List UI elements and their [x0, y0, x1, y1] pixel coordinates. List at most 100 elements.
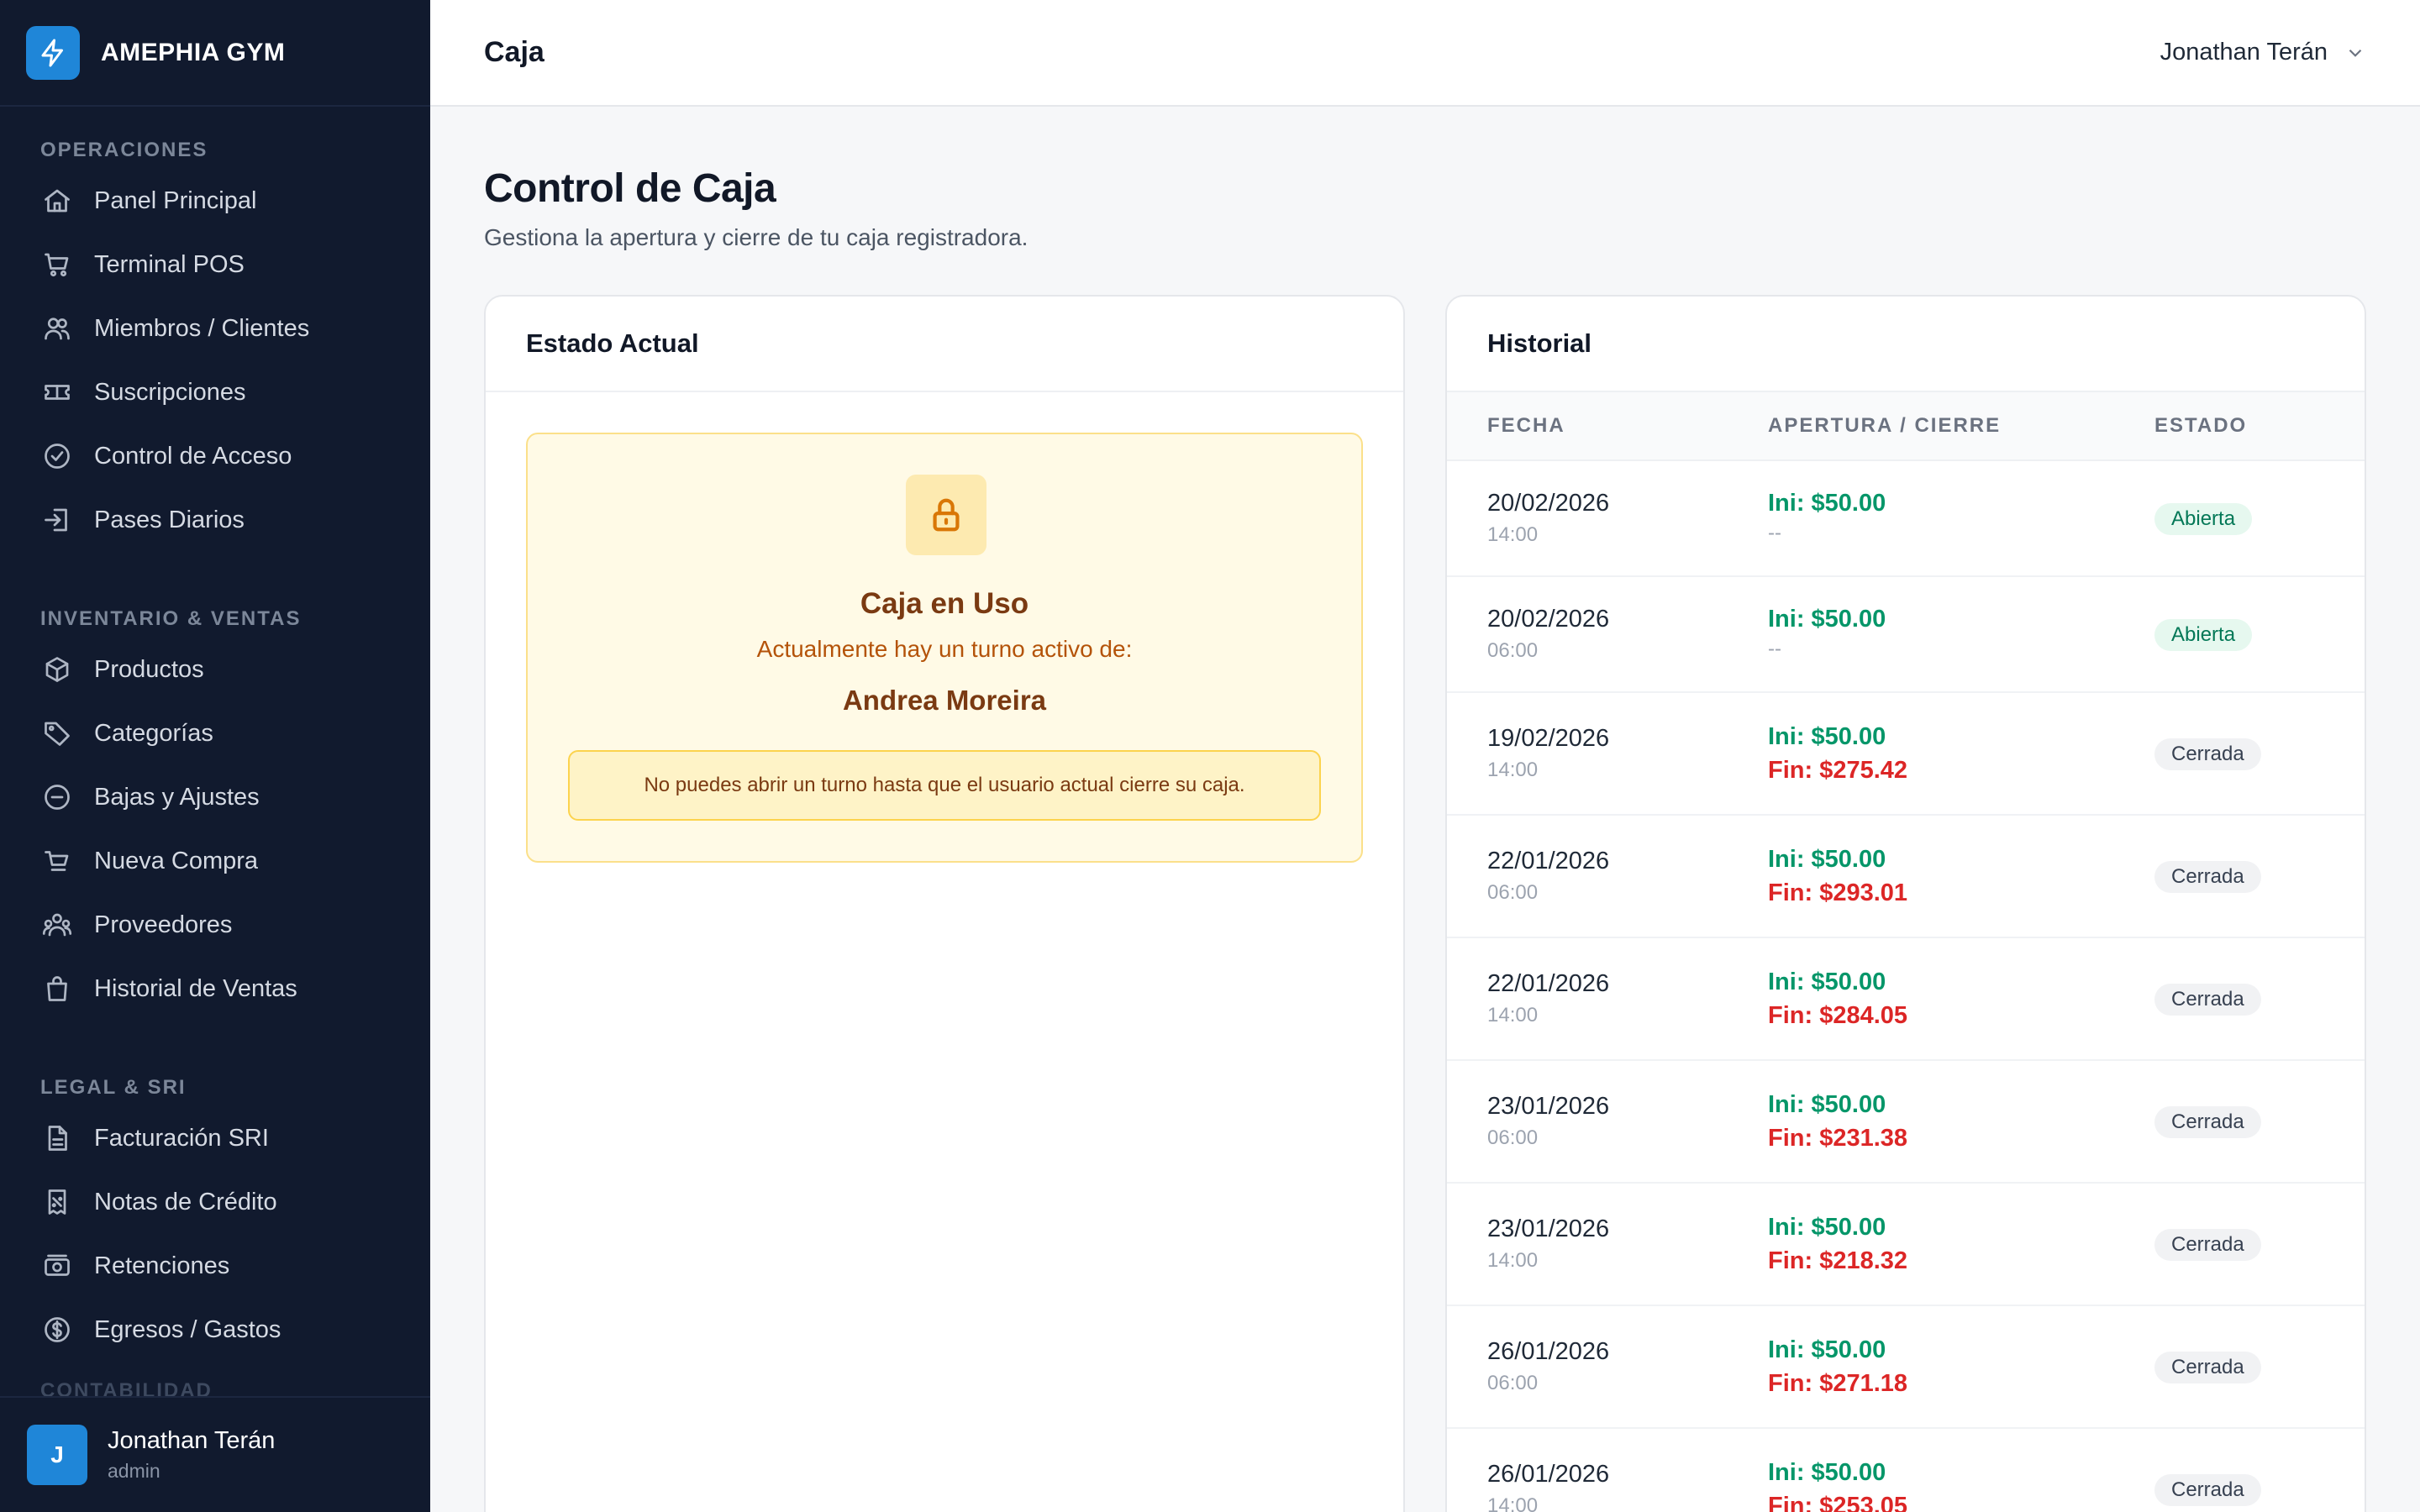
table-row[interactable]: 26/01/2026 06:00 Ini: $50.00 Fin: $271.18 Ce… — [1447, 1306, 2365, 1429]
page-title: Control de Caja — [484, 166, 776, 211]
status-badge: Abierta — [2154, 503, 2253, 535]
table-row[interactable]: 22/01/2026 14:00 Ini: $50.00 Fin: $284.05 Ce… — [1447, 938, 2365, 1061]
user-menu[interactable]: Jonathan Terán — [2160, 39, 2366, 66]
bag-icon — [40, 972, 74, 1005]
row-date: 23/01/2026 — [1487, 1215, 1610, 1242]
users-icon — [40, 312, 74, 345]
box-icon — [40, 653, 74, 686]
sidebar-item-bajas-y-ajustes[interactable]: Bajas y Ajustes — [0, 765, 430, 829]
sidebar-section-title: LEGAL & SRI — [40, 1076, 187, 1099]
column-header-apertura: APERTURA / CIERRE — [1768, 414, 2002, 437]
sidebar-item-label: Panel Principal — [94, 186, 257, 214]
status-badge: Cerrada — [2154, 1352, 2261, 1383]
table-row[interactable]: 19/02/2026 14:00 Ini: $50.00 Fin: $275.42 Ce… — [1447, 693, 2365, 816]
table-row[interactable]: 23/01/2026 06:00 Ini: $50.00 Fin: $231.38 Ce… — [1447, 1061, 2365, 1184]
row-opening-amount: Ini: $50.00 — [1768, 490, 1886, 517]
row-time: 14:00 — [1487, 759, 1539, 781]
sidebar-item-label: Control de Acceso — [94, 442, 292, 470]
sidebar-item-categorias[interactable]: Categorías — [0, 701, 430, 765]
sidebar-item-label: Facturación SRI — [94, 1124, 269, 1152]
sidebar-item-label: Pases Diarios — [94, 506, 245, 533]
brand-name: AMEPHIA GYM — [101, 38, 286, 66]
status-badge: Abierta — [2154, 619, 2253, 651]
sidebar-nav: OPERACIONES Panel Principal Terminal POS Mi… — [0, 107, 430, 1362]
row-date: 26/01/2026 — [1487, 1461, 1610, 1488]
row-closing-amount: Fin: $253.05 — [1768, 1493, 1908, 1512]
row-time: 06:00 — [1487, 639, 1539, 662]
status-badge: Cerrada — [2154, 984, 2261, 1016]
minus-circle-icon — [40, 780, 74, 814]
sidebar-item-suscripciones[interactable]: Suscripciones — [0, 360, 430, 424]
table-row[interactable]: 26/01/2026 14:00 Ini: $50.00 Fin: $253.05 Ce… — [1447, 1429, 2365, 1512]
sidebar-item-label: Nueva Compra — [94, 847, 259, 874]
sidebar-item-label: Retenciones — [94, 1252, 230, 1279]
status-badge: Cerrada — [2154, 738, 2261, 770]
cart-icon — [40, 248, 74, 281]
sidebar-item-proveedores[interactable]: Proveedores — [0, 893, 430, 957]
sidebar-item-miembros-clientes[interactable]: Miembros / Clientes — [0, 297, 430, 360]
row-time: 14:00 — [1487, 1004, 1539, 1026]
login-icon — [40, 503, 74, 537]
sidebar-item-label: Egresos / Gastos — [94, 1315, 281, 1343]
cash-icon — [40, 1249, 74, 1283]
table-row[interactable]: 23/01/2026 14:00 Ini: $50.00 Fin: $218.32 Ce… — [1447, 1184, 2365, 1306]
sidebar-item-terminal-pos[interactable]: Terminal POS — [0, 233, 430, 297]
sidebar-item-egresos-gastos[interactable]: Egresos / Gastos — [0, 1298, 430, 1362]
sidebar-item-label: Terminal POS — [94, 250, 245, 278]
sidebar-item-notas-de-credito[interactable]: Notas de Crédito — [0, 1170, 430, 1234]
topbar: Caja Jonathan Terán — [430, 0, 2420, 107]
topbar-title: Caja — [484, 36, 544, 68]
historial-table-body: 20/02/2026 14:00 Ini: $50.00 -- Abierta 20/02… — [1447, 461, 2365, 1512]
sidebar-item-productos[interactable]: Productos — [0, 638, 430, 701]
home-icon — [40, 184, 74, 218]
sidebar-section-title: INVENTARIO & VENTAS — [40, 607, 302, 630]
sidebar-item-label: Productos — [94, 655, 204, 683]
user-menu-name: Jonathan Terán — [2160, 39, 2328, 66]
historial-card: Historial FECHA APERTURA / CIERRE ESTADO… — [1445, 295, 2366, 1512]
row-opening-amount: Ini: $50.00 — [1768, 1459, 1886, 1486]
table-row[interactable]: 22/01/2026 06:00 Ini: $50.00 Fin: $293.01 Ce… — [1447, 816, 2365, 938]
row-date: 26/01/2026 — [1487, 1338, 1610, 1365]
row-opening-amount: Ini: $50.00 — [1768, 606, 1886, 633]
row-date: 22/01/2026 — [1487, 848, 1610, 874]
sidebar-item-retenciones[interactable]: Retenciones — [0, 1234, 430, 1298]
brand[interactable]: AMEPHIA GYM — [0, 0, 430, 107]
tag-icon — [40, 717, 74, 750]
sidebar-item-label: Notas de Crédito — [94, 1188, 277, 1215]
sidebar-item-panel-principal[interactable]: Panel Principal — [0, 169, 430, 233]
sidebar-section-title: OPERACIONES — [40, 139, 208, 161]
row-date: 20/02/2026 — [1487, 606, 1610, 633]
historial-header: Historial — [1447, 297, 2365, 392]
sidebar-item-label: Bajas y Ajustes — [94, 783, 260, 811]
row-date: 22/01/2026 — [1487, 970, 1610, 997]
sidebar-user[interactable]: J Jonathan Terán admin — [0, 1396, 430, 1512]
basket-icon — [40, 844, 74, 878]
status-badge: Cerrada — [2154, 1229, 2261, 1261]
row-closing-amount: Fin: $218.32 — [1768, 1247, 1908, 1274]
row-closing-amount: Fin: $284.05 — [1768, 1002, 1908, 1029]
row-time: 06:00 — [1487, 1126, 1539, 1149]
row-closing-amount: Fin: $231.38 — [1768, 1125, 1908, 1152]
sidebar-item-nueva-compra[interactable]: Nueva Compra — [0, 829, 430, 893]
ticket-icon — [40, 375, 74, 409]
row-closing-amount: -- — [1768, 522, 1781, 544]
row-date: 19/02/2026 — [1487, 725, 1610, 752]
table-row[interactable]: 20/02/2026 14:00 Ini: $50.00 -- Abierta — [1447, 461, 2365, 577]
sidebar-item-historial-de-ventas[interactable]: Historial de Ventas — [0, 957, 430, 1021]
row-closing-amount: Fin: $293.01 — [1768, 879, 1908, 906]
status-badge: Cerrada — [2154, 1474, 2261, 1506]
avatar: J — [27, 1425, 87, 1485]
status-badge: Cerrada — [2154, 861, 2261, 893]
document-icon — [40, 1121, 74, 1155]
sidebar-user-role: admin — [108, 1460, 160, 1482]
sidebar-item-pases-diarios[interactable]: Pases Diarios — [0, 488, 430, 552]
sidebar-item-control-de-acceso[interactable]: Control de Acceso — [0, 424, 430, 488]
row-closing-amount: Fin: $271.18 — [1768, 1370, 1908, 1397]
estado-actual-card: Estado Actual Caja en Uso Actualmente ha… — [484, 295, 1405, 1512]
row-time: 06:00 — [1487, 1372, 1539, 1394]
sidebar-item-facturacion-sri[interactable]: Facturación SRI — [0, 1106, 430, 1170]
column-header-fecha: FECHA — [1487, 414, 1565, 437]
table-row[interactable]: 20/02/2026 06:00 Ini: $50.00 -- Abierta — [1447, 577, 2365, 693]
bolt-icon — [26, 25, 80, 80]
